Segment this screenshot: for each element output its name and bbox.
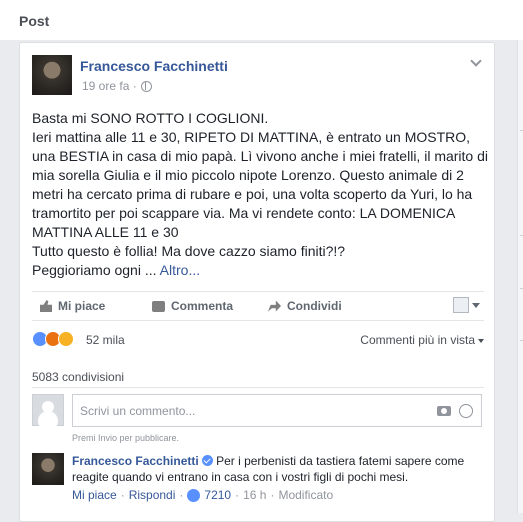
post-text: Basta mi SONO ROTTO I COGLIONI. Ieri mat…: [32, 110, 488, 278]
share-button[interactable]: Condividi: [268, 299, 342, 313]
sad-reaction-icon: [58, 331, 74, 347]
sort-label: Commenti più in vista: [360, 333, 475, 347]
comment-label: Commenta: [171, 299, 234, 313]
chevron-down-icon[interactable]: [470, 55, 482, 67]
reply-comment: Francesco Facchinetti Per i perbenisti d…: [72, 453, 478, 485]
audience-selector[interactable]: [453, 297, 480, 313]
reactions-row: 52 mila Commenti più in vista: [32, 331, 484, 351]
comment-placeholder: Scrivi un commento...: [80, 404, 196, 418]
caret-down-icon: [478, 338, 484, 343]
reply-actions: Mi piace · Rispondi · 7210 · 16 h · Modi…: [72, 488, 333, 502]
reaction-count[interactable]: 52 mila: [86, 333, 125, 347]
separator: ·: [270, 488, 275, 502]
thumbs-up-icon: [40, 300, 52, 312]
smiley-icon[interactable]: [459, 404, 473, 418]
like-label: Mi piace: [58, 299, 106, 313]
post-body: Basta mi SONO ROTTO I COGLIONI. Ieri mat…: [32, 109, 488, 280]
separator: ·: [179, 488, 184, 502]
page-title: Post: [19, 13, 50, 29]
share-count[interactable]: 5083 condivisioni: [32, 370, 124, 384]
share-icon: [268, 300, 281, 312]
caret-down-icon: [472, 302, 480, 308]
post-time[interactable]: 19 ore fa ·: [82, 79, 137, 93]
like-reaction-icon: [187, 488, 201, 502]
profile-icon: [453, 297, 469, 313]
action-bar: Mi piace Commenta Condividi: [32, 291, 484, 321]
reply-author[interactable]: Francesco Facchinetti: [72, 454, 199, 468]
verified-icon: [201, 455, 213, 466]
user-avatar: [32, 394, 64, 426]
comment-button[interactable]: Commenta: [152, 299, 233, 313]
reaction-icons[interactable]: [32, 331, 74, 347]
separator: ·: [235, 488, 240, 502]
reply-like-count[interactable]: 7210: [204, 488, 231, 502]
right-edge-panel: [517, 40, 523, 513]
camera-icon[interactable]: [437, 406, 451, 416]
post-card: Francesco Facchinetti 19 ore fa · Basta …: [19, 42, 495, 522]
share-label: Condividi: [287, 299, 342, 313]
author-avatar[interactable]: [32, 55, 72, 95]
comment-input[interactable]: Scrivi un commento...: [72, 394, 482, 427]
composer-hint: Premi Invio per pubblicare.: [72, 433, 180, 443]
reply-time[interactable]: 16 h: [243, 488, 266, 502]
divider: [32, 387, 484, 388]
reply-edited[interactable]: Modificato: [278, 488, 333, 502]
see-more-link[interactable]: Altro...: [160, 262, 200, 278]
post-meta: 19 ore fa ·: [82, 79, 152, 93]
author-name[interactable]: Francesco Facchinetti: [80, 58, 228, 74]
reply-reply-link[interactable]: Rispondi: [129, 488, 176, 502]
page-header: Post: [0, 0, 523, 40]
reply-avatar[interactable]: [32, 453, 64, 485]
comment-icon: [152, 300, 165, 312]
globe-icon: [140, 80, 152, 92]
separator: ·: [120, 488, 125, 502]
reply-like-link[interactable]: Mi piace: [72, 488, 117, 502]
like-button[interactable]: Mi piace: [40, 299, 105, 313]
comment-sort-dropdown[interactable]: Commenti più in vista: [360, 333, 484, 347]
